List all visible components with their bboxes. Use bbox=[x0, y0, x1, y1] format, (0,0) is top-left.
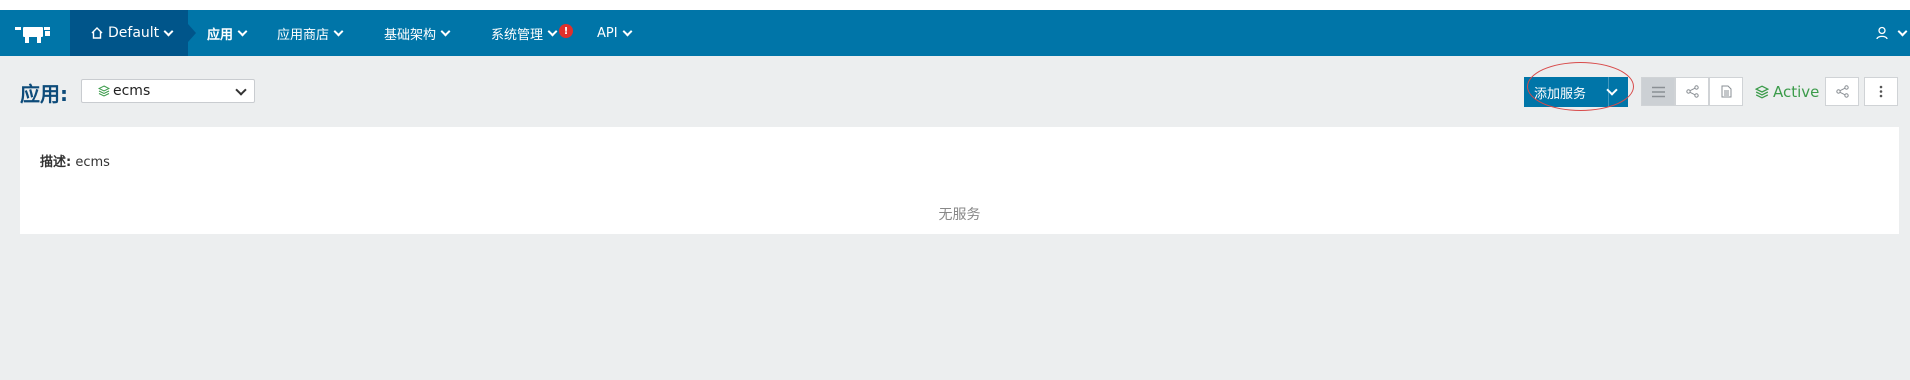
list-view-icon bbox=[1651, 86, 1665, 97]
environment-tab-arrow bbox=[188, 24, 196, 42]
nav-item-label: API bbox=[597, 25, 618, 41]
nav-item-apps[interactable]: 应用 bbox=[207, 10, 248, 56]
description-label: 描述: bbox=[40, 155, 72, 170]
nav-item-label: 系统管理 bbox=[491, 27, 544, 43]
nav-item-label: 应用商店 bbox=[277, 27, 330, 43]
stack-icon bbox=[98, 85, 110, 97]
app-select[interactable]: ecms bbox=[81, 79, 255, 103]
config-view-button[interactable] bbox=[1709, 77, 1743, 106]
environment-label: Default bbox=[108, 25, 160, 41]
chevron-down-icon bbox=[235, 84, 247, 96]
more-actions-button[interactable] bbox=[1864, 77, 1898, 106]
chevron-down-icon bbox=[237, 26, 248, 36]
nav-item-infrastructure[interactable]: 基础架构 bbox=[384, 10, 451, 56]
home-icon bbox=[91, 27, 103, 39]
warning-badge: ! bbox=[559, 24, 574, 38]
status-label: Active bbox=[1773, 83, 1820, 101]
user-menu[interactable] bbox=[1875, 10, 1910, 56]
document-icon bbox=[1721, 85, 1731, 98]
chevron-down-icon bbox=[622, 26, 633, 36]
environment-switcher[interactable]: Default bbox=[70, 10, 188, 56]
app-detail-panel: 描述: ecms 无服务 bbox=[20, 127, 1899, 234]
app-select-value: ecms bbox=[113, 83, 151, 99]
nav-item-label: 应用 bbox=[207, 27, 234, 43]
empty-state-text: 无服务 bbox=[938, 207, 981, 223]
graph-view-button[interactable] bbox=[1675, 77, 1709, 106]
chevron-down-icon bbox=[333, 26, 344, 36]
page-title: 应用: bbox=[20, 82, 68, 106]
chevron-down-icon bbox=[1897, 26, 1908, 36]
chevron-down-icon bbox=[163, 26, 174, 36]
highlight-annotation bbox=[1527, 62, 1634, 111]
status-badge: Active bbox=[1755, 83, 1819, 101]
description: 描述: ecms bbox=[40, 151, 110, 170]
browser-top-strip bbox=[0, 0, 1910, 10]
nav-item-admin[interactable]: 系统管理 ! bbox=[491, 10, 574, 56]
share-button[interactable] bbox=[1825, 77, 1859, 106]
more-vertical-icon bbox=[1879, 85, 1883, 98]
user-icon bbox=[1876, 26, 1888, 40]
description-value: ecms bbox=[75, 155, 110, 170]
stack-icon bbox=[1755, 85, 1769, 99]
graph-view-icon bbox=[1685, 85, 1699, 98]
nav-item-catalog[interactable]: 应用商店 bbox=[277, 10, 344, 56]
list-view-button[interactable] bbox=[1641, 77, 1675, 106]
top-navbar: Default 应用 应用商店 基础架构 系统管理 ! API bbox=[0, 10, 1910, 56]
chevron-down-icon bbox=[547, 26, 558, 36]
nav-item-api[interactable]: API bbox=[597, 10, 633, 56]
chevron-down-icon bbox=[440, 26, 451, 36]
nav-item-label: 基础架构 bbox=[384, 27, 437, 43]
rancher-logo[interactable] bbox=[14, 22, 52, 44]
share-icon bbox=[1835, 85, 1849, 98]
